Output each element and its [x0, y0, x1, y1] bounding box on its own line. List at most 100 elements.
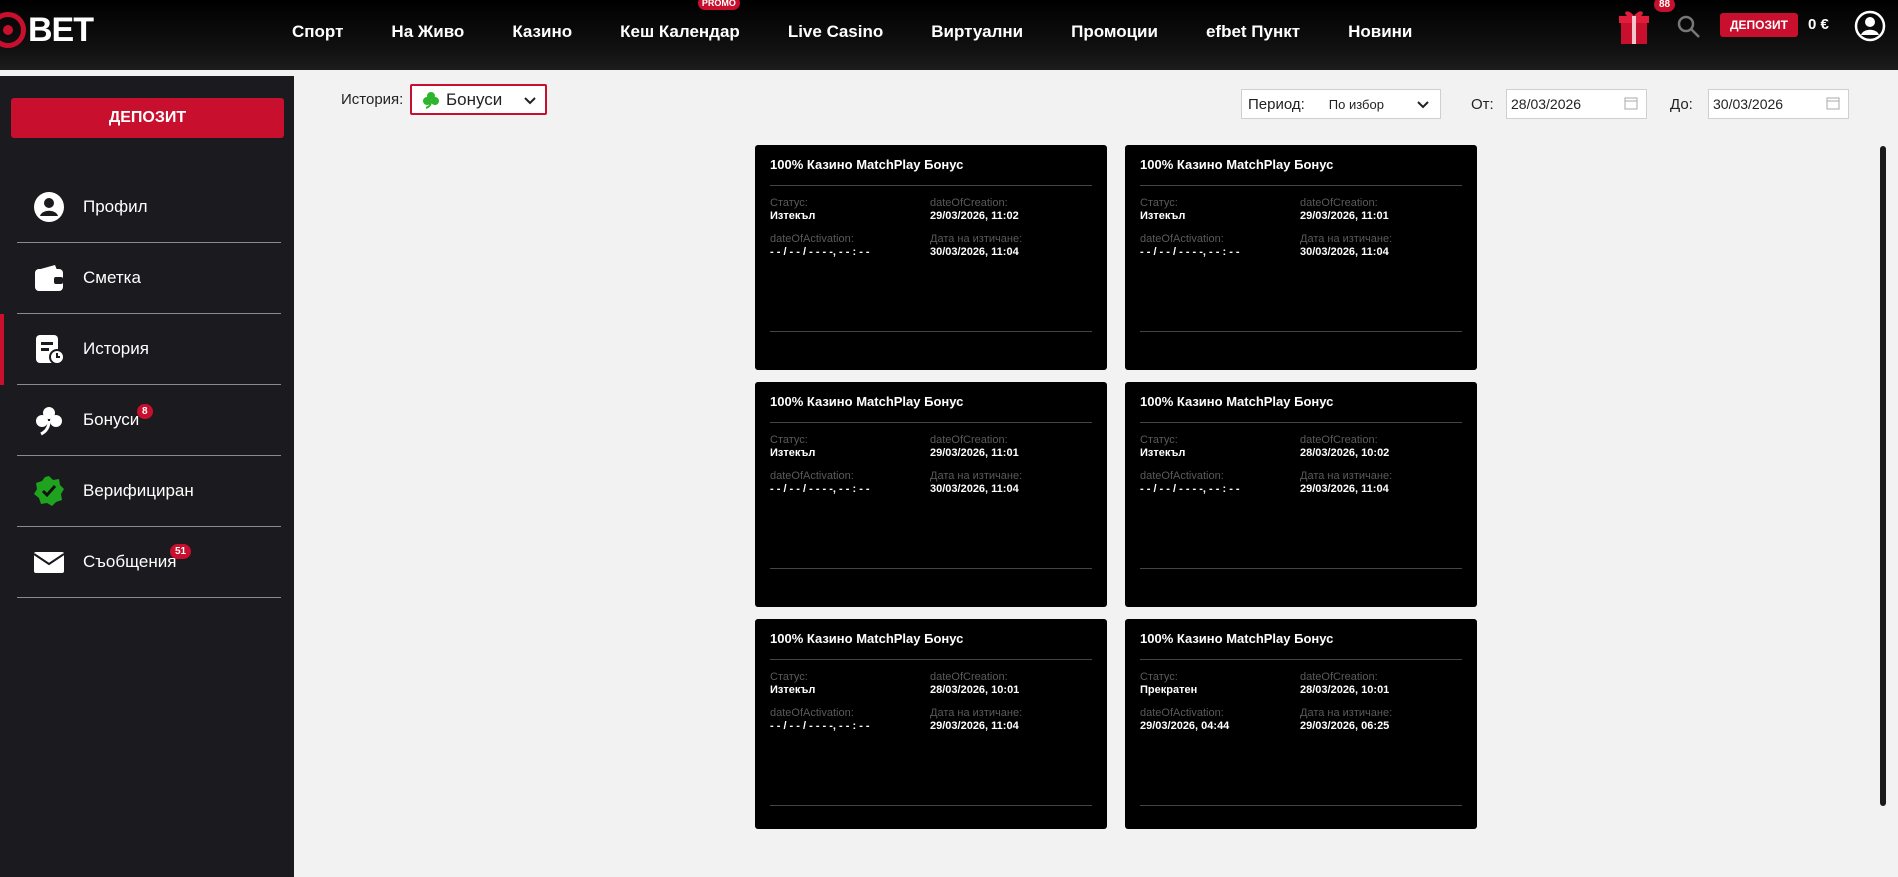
- bonus-title: 100% Казино MatchPlay Бонус: [1140, 394, 1334, 409]
- status-value: Изтекъл: [770, 684, 816, 696]
- search-icon[interactable]: [1676, 14, 1702, 40]
- clover-icon: [33, 404, 65, 436]
- divider: [770, 659, 1092, 660]
- divider: [770, 568, 1092, 569]
- sidebar-item-messages[interactable]: Съобщения 51: [17, 527, 281, 598]
- nav-live[interactable]: На Живо: [391, 22, 464, 42]
- creation-label: dateOfCreation:: [930, 671, 1008, 683]
- sidebar-item-label: Верифициран: [83, 481, 194, 500]
- expiry-value: 29/03/2026, 11:04: [1300, 483, 1389, 495]
- logo-ring-icon: [0, 12, 26, 48]
- creation-value: 28/03/2026, 10:02: [1300, 447, 1390, 459]
- creation-label: dateOfCreation:: [1300, 434, 1378, 446]
- expiry-value: 30/03/2026, 11:04: [1300, 246, 1389, 258]
- history-icon: [33, 333, 65, 365]
- sidebar-item-history[interactable]: История: [0, 314, 281, 385]
- creation-label: dateOfCreation:: [1300, 671, 1378, 683]
- divider: [770, 805, 1092, 806]
- sidebar-item-label: Съобщения: [83, 552, 177, 571]
- bonus-title: 100% Казино MatchPlay Бонус: [770, 157, 964, 172]
- nav-efbet-point[interactable]: efbet Пункт: [1206, 22, 1300, 42]
- history-type-select[interactable]: Бонуси: [410, 84, 547, 115]
- bonus-title: 100% Казино MatchPlay Бонус: [770, 394, 964, 409]
- to-date-label: До:: [1670, 96, 1693, 113]
- bonus-card: 100% Казино MatchPlay Бонус Статус: Изтек…: [755, 145, 1107, 370]
- creation-value: 28/03/2026, 10:01: [930, 684, 1020, 696]
- period-label: Период:: [1248, 95, 1305, 113]
- status-label: Статус:: [1140, 197, 1178, 209]
- activation-value: - - / - - / - - - -, - - : - -: [1140, 246, 1240, 258]
- status-label: Статус:: [770, 197, 808, 209]
- activation-label: dateOfActivation:: [770, 707, 854, 719]
- status-label: Статус:: [1140, 671, 1178, 683]
- account-menu: Профил Сметка История Бонуси 8 Верифицир…: [0, 172, 281, 598]
- wallet-icon: [33, 262, 65, 294]
- creation-value: 29/03/2026, 11:01: [1300, 210, 1389, 222]
- nav-casino[interactable]: Казино: [512, 22, 572, 42]
- calendar-icon[interactable]: [1826, 96, 1840, 110]
- creation-value: 29/03/2026, 11:02: [930, 210, 1019, 222]
- period-value: По избор: [1328, 96, 1384, 112]
- calendar-icon[interactable]: [1624, 96, 1638, 110]
- status-value: Прекратен: [1140, 684, 1198, 696]
- efbet-logo[interactable]: BET: [0, 8, 94, 52]
- profile-icon: [33, 191, 65, 223]
- bonus-card: 100% Казино MatchPlay Бонус Статус: Изтек…: [755, 382, 1107, 607]
- status-label: Статус:: [770, 434, 808, 446]
- chevron-down-icon: [524, 97, 536, 105]
- divider: [1140, 185, 1462, 186]
- sidebar-item-bonuses[interactable]: Бонуси 8: [17, 385, 281, 456]
- status-label: Статус:: [770, 671, 808, 683]
- user-account-icon[interactable]: [1854, 10, 1886, 42]
- nav-promotions[interactable]: Промоции: [1071, 22, 1158, 42]
- logo-text: BET: [28, 10, 94, 49]
- sidebar-item-verified[interactable]: Верифициран: [17, 456, 281, 527]
- header-deposit-button[interactable]: ДЕПОЗИТ: [1720, 13, 1798, 37]
- bonus-card: 100% Казино MatchPlay Бонус Статус: Изтек…: [1125, 382, 1477, 607]
- activation-value: - - / - - / - - - -, - - : - -: [770, 483, 870, 495]
- activation-label: dateOfActivation:: [1140, 233, 1224, 245]
- nav-live-casino[interactable]: Live Casino: [788, 22, 883, 42]
- nav-cash-calendar[interactable]: Кеш Календар PROMO: [620, 0, 740, 42]
- sidebar-deposit-button[interactable]: ДЕПОЗИТ: [11, 98, 284, 138]
- divider: [770, 331, 1092, 332]
- bonus-card: 100% Казино MatchPlay Бонус Статус: Изтек…: [755, 619, 1107, 829]
- sidebar-item-profile[interactable]: Профил: [17, 172, 281, 243]
- bonus-card: 100% Казино MatchPlay Бонус Статус: Прекр…: [1125, 619, 1477, 829]
- activation-label: dateOfActivation:: [770, 470, 854, 482]
- nav-virtual[interactable]: Виртуални: [931, 22, 1023, 42]
- divider: [1140, 659, 1462, 660]
- expiry-label: Дата на изтичане:: [1300, 233, 1393, 245]
- chevron-down-icon: [1417, 101, 1429, 109]
- top-header: BET Спорт На Живо Казино Кеш Календар PR…: [0, 0, 1898, 70]
- bonus-title: 100% Казино MatchPlay Бонус: [770, 631, 964, 646]
- creation-value: 28/03/2026, 10:01: [1300, 684, 1390, 696]
- nav-news[interactable]: Новини: [1348, 22, 1412, 42]
- activation-value: - - / - - / - - - -, - - : - -: [770, 720, 870, 732]
- status-value: Изтекъл: [1140, 210, 1186, 222]
- creation-label: dateOfCreation:: [1300, 197, 1378, 209]
- divider: [1140, 805, 1462, 806]
- gift-count-badge: 88: [1654, 0, 1676, 12]
- history-content: История: Бонуси Период: По избор От: До:…: [318, 76, 1898, 877]
- bonus-title: 100% Казино MatchPlay Бонус: [1140, 157, 1334, 172]
- expiry-label: Дата на изтичане:: [1300, 707, 1393, 719]
- creation-label: dateOfCreation:: [930, 434, 1008, 446]
- period-select[interactable]: Период: По избор: [1241, 89, 1441, 119]
- history-type-label: История:: [341, 91, 404, 108]
- status-value: Изтекъл: [1140, 447, 1186, 459]
- bonus-title: 100% Казино MatchPlay Бонус: [1140, 631, 1334, 646]
- status-value: Изтекъл: [770, 210, 816, 222]
- divider: [1140, 422, 1462, 423]
- activation-value: - - / - - / - - - -, - - : - -: [770, 246, 870, 258]
- sidebar-item-label: Бонуси: [83, 410, 140, 429]
- gift-icon[interactable]: [1618, 6, 1650, 46]
- balance-amount: 0 €: [1808, 16, 1829, 33]
- status-value: Изтекъл: [770, 447, 816, 459]
- main-nav: Спорт На Живо Казино Кеш Календар PROMO …: [292, 0, 1460, 64]
- nav-sport[interactable]: Спорт: [292, 22, 343, 42]
- messages-count-badge: 51: [170, 544, 192, 559]
- sidebar-item-account[interactable]: Сметка: [17, 243, 281, 314]
- content-scrollbar[interactable]: [1880, 146, 1886, 806]
- expiry-label: Дата на изтичане:: [930, 233, 1023, 245]
